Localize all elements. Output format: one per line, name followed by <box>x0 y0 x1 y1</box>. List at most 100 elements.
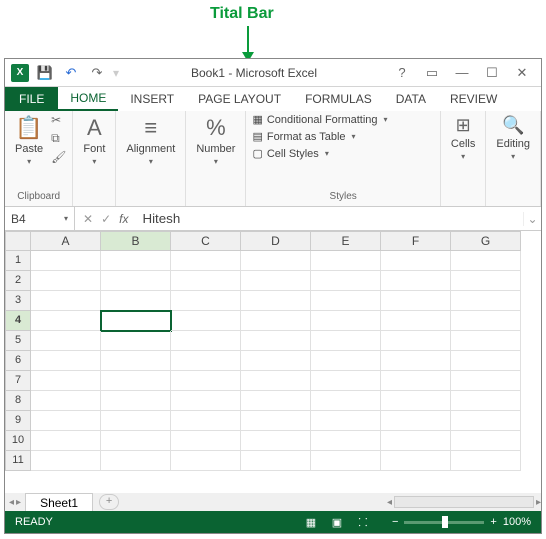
column-header-f[interactable]: F <box>381 231 451 251</box>
cell-d4[interactable] <box>241 311 311 331</box>
cell-c6[interactable] <box>171 351 241 371</box>
cell-b10[interactable] <box>101 431 171 451</box>
cell-f5[interactable] <box>381 331 451 351</box>
font-button[interactable]: A Font ▾ <box>79 113 109 168</box>
cell-a2[interactable] <box>31 271 101 291</box>
row-header-4[interactable]: 4 <box>5 311 31 331</box>
cell-g7[interactable] <box>451 371 521 391</box>
cell-g11[interactable] <box>451 451 521 471</box>
cell-f6[interactable] <box>381 351 451 371</box>
spreadsheet-grid[interactable]: ABCDEFG 1234567891011 <box>5 231 541 493</box>
cell-d2[interactable] <box>241 271 311 291</box>
cell-e1[interactable] <box>311 251 381 271</box>
cell-c4[interactable] <box>171 311 241 331</box>
cell-c3[interactable] <box>171 291 241 311</box>
cell-b7[interactable] <box>101 371 171 391</box>
cell-d11[interactable] <box>241 451 311 471</box>
redo-button[interactable]: ↷ <box>87 63 107 83</box>
cell-d7[interactable] <box>241 371 311 391</box>
tab-file[interactable]: FILE <box>5 87 58 111</box>
cell-f11[interactable] <box>381 451 451 471</box>
cell-d3[interactable] <box>241 291 311 311</box>
cell-g5[interactable] <box>451 331 521 351</box>
cell-g4[interactable] <box>451 311 521 331</box>
cell-f4[interactable] <box>381 311 451 331</box>
add-sheet-button[interactable]: + <box>99 494 119 510</box>
cell-e11[interactable] <box>311 451 381 471</box>
cell-d5[interactable] <box>241 331 311 351</box>
cell-d6[interactable] <box>241 351 311 371</box>
cell-f3[interactable] <box>381 291 451 311</box>
cell-b3[interactable] <box>101 291 171 311</box>
cell-a1[interactable] <box>31 251 101 271</box>
column-header-b[interactable]: B <box>101 231 171 251</box>
cell-b9[interactable] <box>101 411 171 431</box>
enter-formula-button[interactable]: ✓ <box>101 212 111 226</box>
column-header-c[interactable]: C <box>171 231 241 251</box>
format-as-table-button[interactable]: ▤Format as Table▾ <box>252 130 433 143</box>
save-button[interactable]: 💾 <box>35 63 55 83</box>
row-header-2[interactable]: 2 <box>5 271 31 291</box>
cell-c2[interactable] <box>171 271 241 291</box>
cell-c10[interactable] <box>171 431 241 451</box>
row-header-10[interactable]: 10 <box>5 431 31 451</box>
cut-button[interactable]: ✂ <box>51 113 66 127</box>
cell-styles-button[interactable]: ▢Cell Styles▾ <box>252 147 433 160</box>
hscroll-left[interactable]: ◂ <box>387 497 392 508</box>
tab-data[interactable]: DATA <box>384 87 438 111</box>
cell-d8[interactable] <box>241 391 311 411</box>
cell-a11[interactable] <box>31 451 101 471</box>
ribbon-display-button[interactable]: ▭ <box>421 63 443 83</box>
cell-a9[interactable] <box>31 411 101 431</box>
excel-logo-icon[interactable]: X <box>11 64 29 82</box>
cell-e10[interactable] <box>311 431 381 451</box>
cell-g9[interactable] <box>451 411 521 431</box>
cell-f9[interactable] <box>381 411 451 431</box>
cancel-formula-button[interactable]: ✕ <box>83 212 93 226</box>
conditional-formatting-button[interactable]: ▦Conditional Formatting▾ <box>252 113 433 126</box>
zoom-out-button[interactable]: − <box>392 516 398 528</box>
cell-c8[interactable] <box>171 391 241 411</box>
cell-e2[interactable] <box>311 271 381 291</box>
cell-a4[interactable] <box>31 311 101 331</box>
expand-formula-bar-button[interactable]: ⌄ <box>523 212 541 226</box>
hscroll-right[interactable]: ▸ <box>536 497 541 508</box>
cell-e5[interactable] <box>311 331 381 351</box>
cell-e3[interactable] <box>311 291 381 311</box>
minimize-button[interactable]: — <box>451 63 473 83</box>
cell-g8[interactable] <box>451 391 521 411</box>
zoom-slider[interactable] <box>404 521 484 524</box>
paste-button[interactable]: 📋 Paste ▾ <box>11 113 47 168</box>
cell-c7[interactable] <box>171 371 241 391</box>
cell-g3[interactable] <box>451 291 521 311</box>
formula-input[interactable] <box>136 211 523 226</box>
cell-e9[interactable] <box>311 411 381 431</box>
maximize-button[interactable]: ☐ <box>481 63 503 83</box>
alignment-button[interactable]: ≡ Alignment ▾ <box>122 113 179 168</box>
zoom-in-button[interactable]: + <box>490 516 496 528</box>
cell-b8[interactable] <box>101 391 171 411</box>
cells-button[interactable]: ⊞ Cells ▾ <box>447 113 479 163</box>
undo-button[interactable]: ↶ <box>61 63 81 83</box>
qat-caret[interactable]: ▾ <box>113 66 119 80</box>
tab-page-layout[interactable]: PAGE LAYOUT <box>186 87 293 111</box>
cell-g10[interactable] <box>451 431 521 451</box>
tab-home[interactable]: HOME <box>58 87 118 111</box>
cell-a7[interactable] <box>31 371 101 391</box>
cell-a10[interactable] <box>31 431 101 451</box>
cell-f1[interactable] <box>381 251 451 271</box>
zoom-level[interactable]: 100% <box>503 516 531 528</box>
cell-e7[interactable] <box>311 371 381 391</box>
page-break-view-button[interactable]: ⸬ <box>354 514 372 530</box>
cell-d1[interactable] <box>241 251 311 271</box>
row-header-1[interactable]: 1 <box>5 251 31 271</box>
cell-a5[interactable] <box>31 331 101 351</box>
normal-view-button[interactable]: ▦ <box>302 514 320 530</box>
page-layout-view-button[interactable]: ▣ <box>328 514 346 530</box>
cell-b6[interactable] <box>101 351 171 371</box>
cell-e4[interactable] <box>311 311 381 331</box>
cell-b1[interactable] <box>101 251 171 271</box>
cell-g2[interactable] <box>451 271 521 291</box>
editing-button[interactable]: 🔍 Editing ▾ <box>492 113 534 163</box>
row-header-5[interactable]: 5 <box>5 331 31 351</box>
